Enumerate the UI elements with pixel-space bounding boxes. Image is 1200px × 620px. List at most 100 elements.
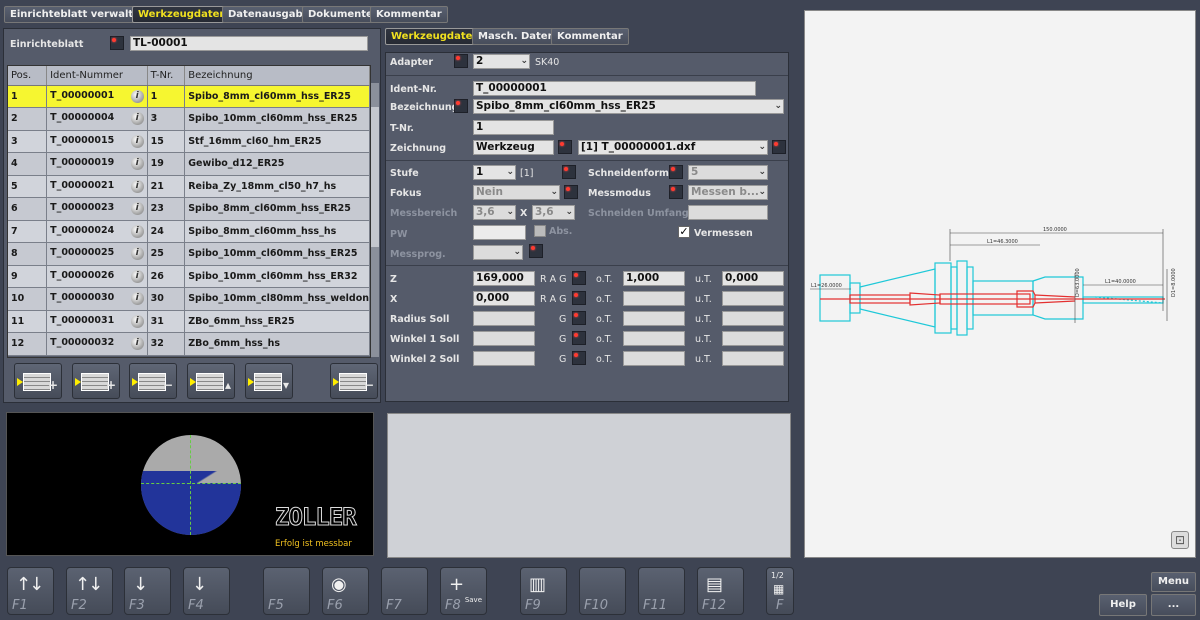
measure-value-field[interactable] — [473, 351, 535, 366]
ot-field[interactable] — [623, 291, 685, 306]
table-row[interactable]: 2 T_00000004 i 3 Spibo_10mm_cl60mm_hss_ER25 — [8, 107, 370, 131]
table-row[interactable]: 11 T_00000031 i 31 ZBo_6mm_hss_ER25 — [8, 310, 370, 333]
info-icon[interactable]: i — [130, 89, 144, 103]
top-tab-3[interactable]: Dokumente — [302, 6, 379, 23]
info-icon[interactable]: i — [130, 202, 144, 216]
table-action-button-4[interactable]: ▾ — [245, 363, 293, 399]
fkey-f1[interactable]: ↑↓ F1 — [7, 567, 54, 615]
info-icon[interactable]: i — [130, 314, 144, 328]
pw-field[interactable] — [473, 225, 526, 240]
col-tnr[interactable]: T-Nr. — [147, 66, 186, 86]
top-tab-0[interactable]: Einrichteblatt verwalten — [4, 6, 154, 23]
fkey-f12[interactable]: ▤ F12 — [697, 567, 744, 615]
fkey-f4[interactable]: ↓ F4 — [183, 567, 230, 615]
col-ident[interactable]: Ident-Nummer — [46, 66, 148, 86]
measure-indicator[interactable] — [572, 311, 586, 325]
fkey-f5[interactable]: F5 — [263, 567, 310, 615]
table-action-button-5[interactable]: − — [330, 363, 378, 399]
info-icon[interactable]: i — [130, 292, 144, 306]
table-row[interactable]: 1 T_00000001 i 1 Spibo_8mm_cl60mm_hss_ER25 — [8, 85, 370, 108]
drawing-settings-icon[interactable]: ⊡ — [1171, 531, 1189, 549]
top-tab-1[interactable]: Werkzeugdaten — [132, 6, 233, 23]
fkey-page-switch[interactable]: 1/2 ▦ F — [766, 567, 794, 615]
fkey-f7[interactable]: F7 — [381, 567, 428, 615]
schneidenform-select[interactable]: 5 ⌄ — [688, 165, 768, 180]
messmodus-select[interactable]: Messen b... ⌄ — [688, 185, 768, 200]
adapter-select[interactable]: 2 ⌄ — [473, 54, 530, 69]
fkey-f2[interactable]: ↑↓ F2 — [66, 567, 113, 615]
table-row[interactable]: 10 T_00000030 i 30 Spibo_10mm_cl80mm_hss_wel… — [8, 287, 370, 311]
setup-sheet-indicator[interactable] — [110, 36, 124, 50]
ot-field[interactable]: 1,000 — [623, 271, 685, 286]
fkey-f6[interactable]: ◉ F6 — [322, 567, 369, 615]
ot-field[interactable] — [623, 331, 685, 346]
zeichnung-indicator[interactable] — [558, 140, 572, 154]
sub-tab-2[interactable]: Kommentar — [551, 28, 629, 45]
messprog-indicator[interactable] — [529, 244, 543, 258]
zeichnung-file-indicator[interactable] — [772, 140, 786, 154]
measure-value-field[interactable] — [473, 331, 535, 346]
ut-field[interactable] — [722, 331, 784, 346]
adapter-indicator[interactable] — [454, 54, 468, 68]
table-row[interactable]: 7 T_00000024 i 24 Spibo_8mm_cl60mm_hss_hs — [8, 220, 370, 243]
table-action-button-0[interactable]: + — [14, 363, 62, 399]
ident-field[interactable]: T_00000001 — [473, 81, 756, 96]
ut-field[interactable] — [722, 351, 784, 366]
measure-indicator[interactable] — [572, 331, 586, 345]
table-scrollbar[interactable] — [371, 83, 379, 357]
info-icon[interactable]: i — [130, 134, 144, 148]
fkey-f11[interactable]: F11 — [638, 567, 685, 615]
info-icon[interactable]: i — [130, 224, 144, 238]
fkey-f9[interactable]: ▥ F9 — [520, 567, 567, 615]
info-icon[interactable]: i — [130, 179, 144, 193]
fkey-f10[interactable]: F10 — [579, 567, 626, 615]
fokus-indicator[interactable] — [564, 185, 578, 199]
menu-button[interactable]: Menu — [1151, 572, 1196, 592]
help-button[interactable]: Help — [1099, 594, 1147, 616]
table-row[interactable]: 6 T_00000023 i 23 Spibo_8mm_cl60mm_hss_ER25 — [8, 197, 370, 221]
ut-field[interactable] — [722, 291, 784, 306]
table-row[interactable]: 12 T_00000032 i 32 ZBo_6mm_hss_hs — [8, 332, 370, 356]
col-pos[interactable]: Pos. — [8, 66, 48, 86]
abs-checkbox[interactable] — [534, 225, 546, 237]
measure-value-field[interactable]: 169,000 — [473, 271, 535, 286]
ot-field[interactable] — [623, 311, 685, 326]
col-bezeichnung[interactable]: Bezeichnung — [184, 66, 370, 86]
stufe-select[interactable]: 1 ⌄ — [473, 165, 516, 180]
table-action-button-1[interactable]: + — [72, 363, 120, 399]
top-tab-4[interactable]: Kommentar — [370, 6, 448, 23]
schneidenform-indicator[interactable] — [669, 165, 683, 179]
table-row[interactable]: 9 T_00000026 i 26 Spibo_10mm_cl60mm_hss_ER32 — [8, 265, 370, 288]
schneiden-umfang-field[interactable] — [688, 205, 768, 220]
table-row[interactable]: 3 T_00000015 i 15 Stf_16mm_cl60_hm_ER25 — [8, 130, 370, 153]
fokus-select[interactable]: Nein ⌄ — [473, 185, 560, 200]
measure-indicator[interactable] — [572, 291, 586, 305]
info-icon[interactable]: i — [130, 157, 144, 171]
zeichnung-type-field[interactable]: Werkzeug — [473, 140, 554, 155]
bezeichnung-indicator[interactable] — [454, 99, 468, 113]
messbereich-b-select[interactable]: 3,6 ⌄ — [532, 205, 575, 220]
tnr-field[interactable]: 1 — [473, 120, 554, 135]
table-row[interactable]: 4 T_00000019 i 19 Gewibo_d12_ER25 — [8, 152, 370, 176]
ut-field[interactable] — [722, 311, 784, 326]
messprog-select[interactable]: ⌄ — [473, 245, 523, 260]
more-button[interactable]: ... — [1151, 594, 1196, 616]
fkey-f8[interactable]: + F8 Save — [440, 567, 487, 615]
stufe-indicator[interactable] — [562, 165, 576, 179]
info-icon[interactable]: i — [130, 269, 144, 283]
bezeichnung-select[interactable]: Spibo_8mm_cl60mm_hss_ER25 ⌄ — [473, 99, 784, 114]
vermessen-checkbox[interactable]: ✓ — [678, 226, 690, 238]
table-action-button-3[interactable]: ▴ — [187, 363, 235, 399]
measure-value-field[interactable] — [473, 311, 535, 326]
measure-indicator[interactable] — [572, 351, 586, 365]
measure-indicator[interactable] — [572, 271, 586, 285]
table-row[interactable]: 8 T_00000025 i 25 Spibo_10mm_cl60mm_hss_ER25 — [8, 242, 370, 266]
info-icon[interactable]: i — [130, 337, 144, 351]
zeichnung-file-select[interactable]: [1] T_00000001.dxf ⌄ — [578, 140, 768, 155]
measure-value-field[interactable]: 0,000 — [473, 291, 535, 306]
ot-field[interactable] — [623, 351, 685, 366]
table-action-button-2[interactable]: − — [129, 363, 177, 399]
info-icon[interactable]: i — [130, 112, 144, 126]
table-row[interactable]: 5 T_00000021 i 21 Reiba_Zy_18mm_cl50_h7_hs — [8, 175, 370, 198]
sub-tab-1[interactable]: Masch. Daten — [472, 28, 561, 45]
